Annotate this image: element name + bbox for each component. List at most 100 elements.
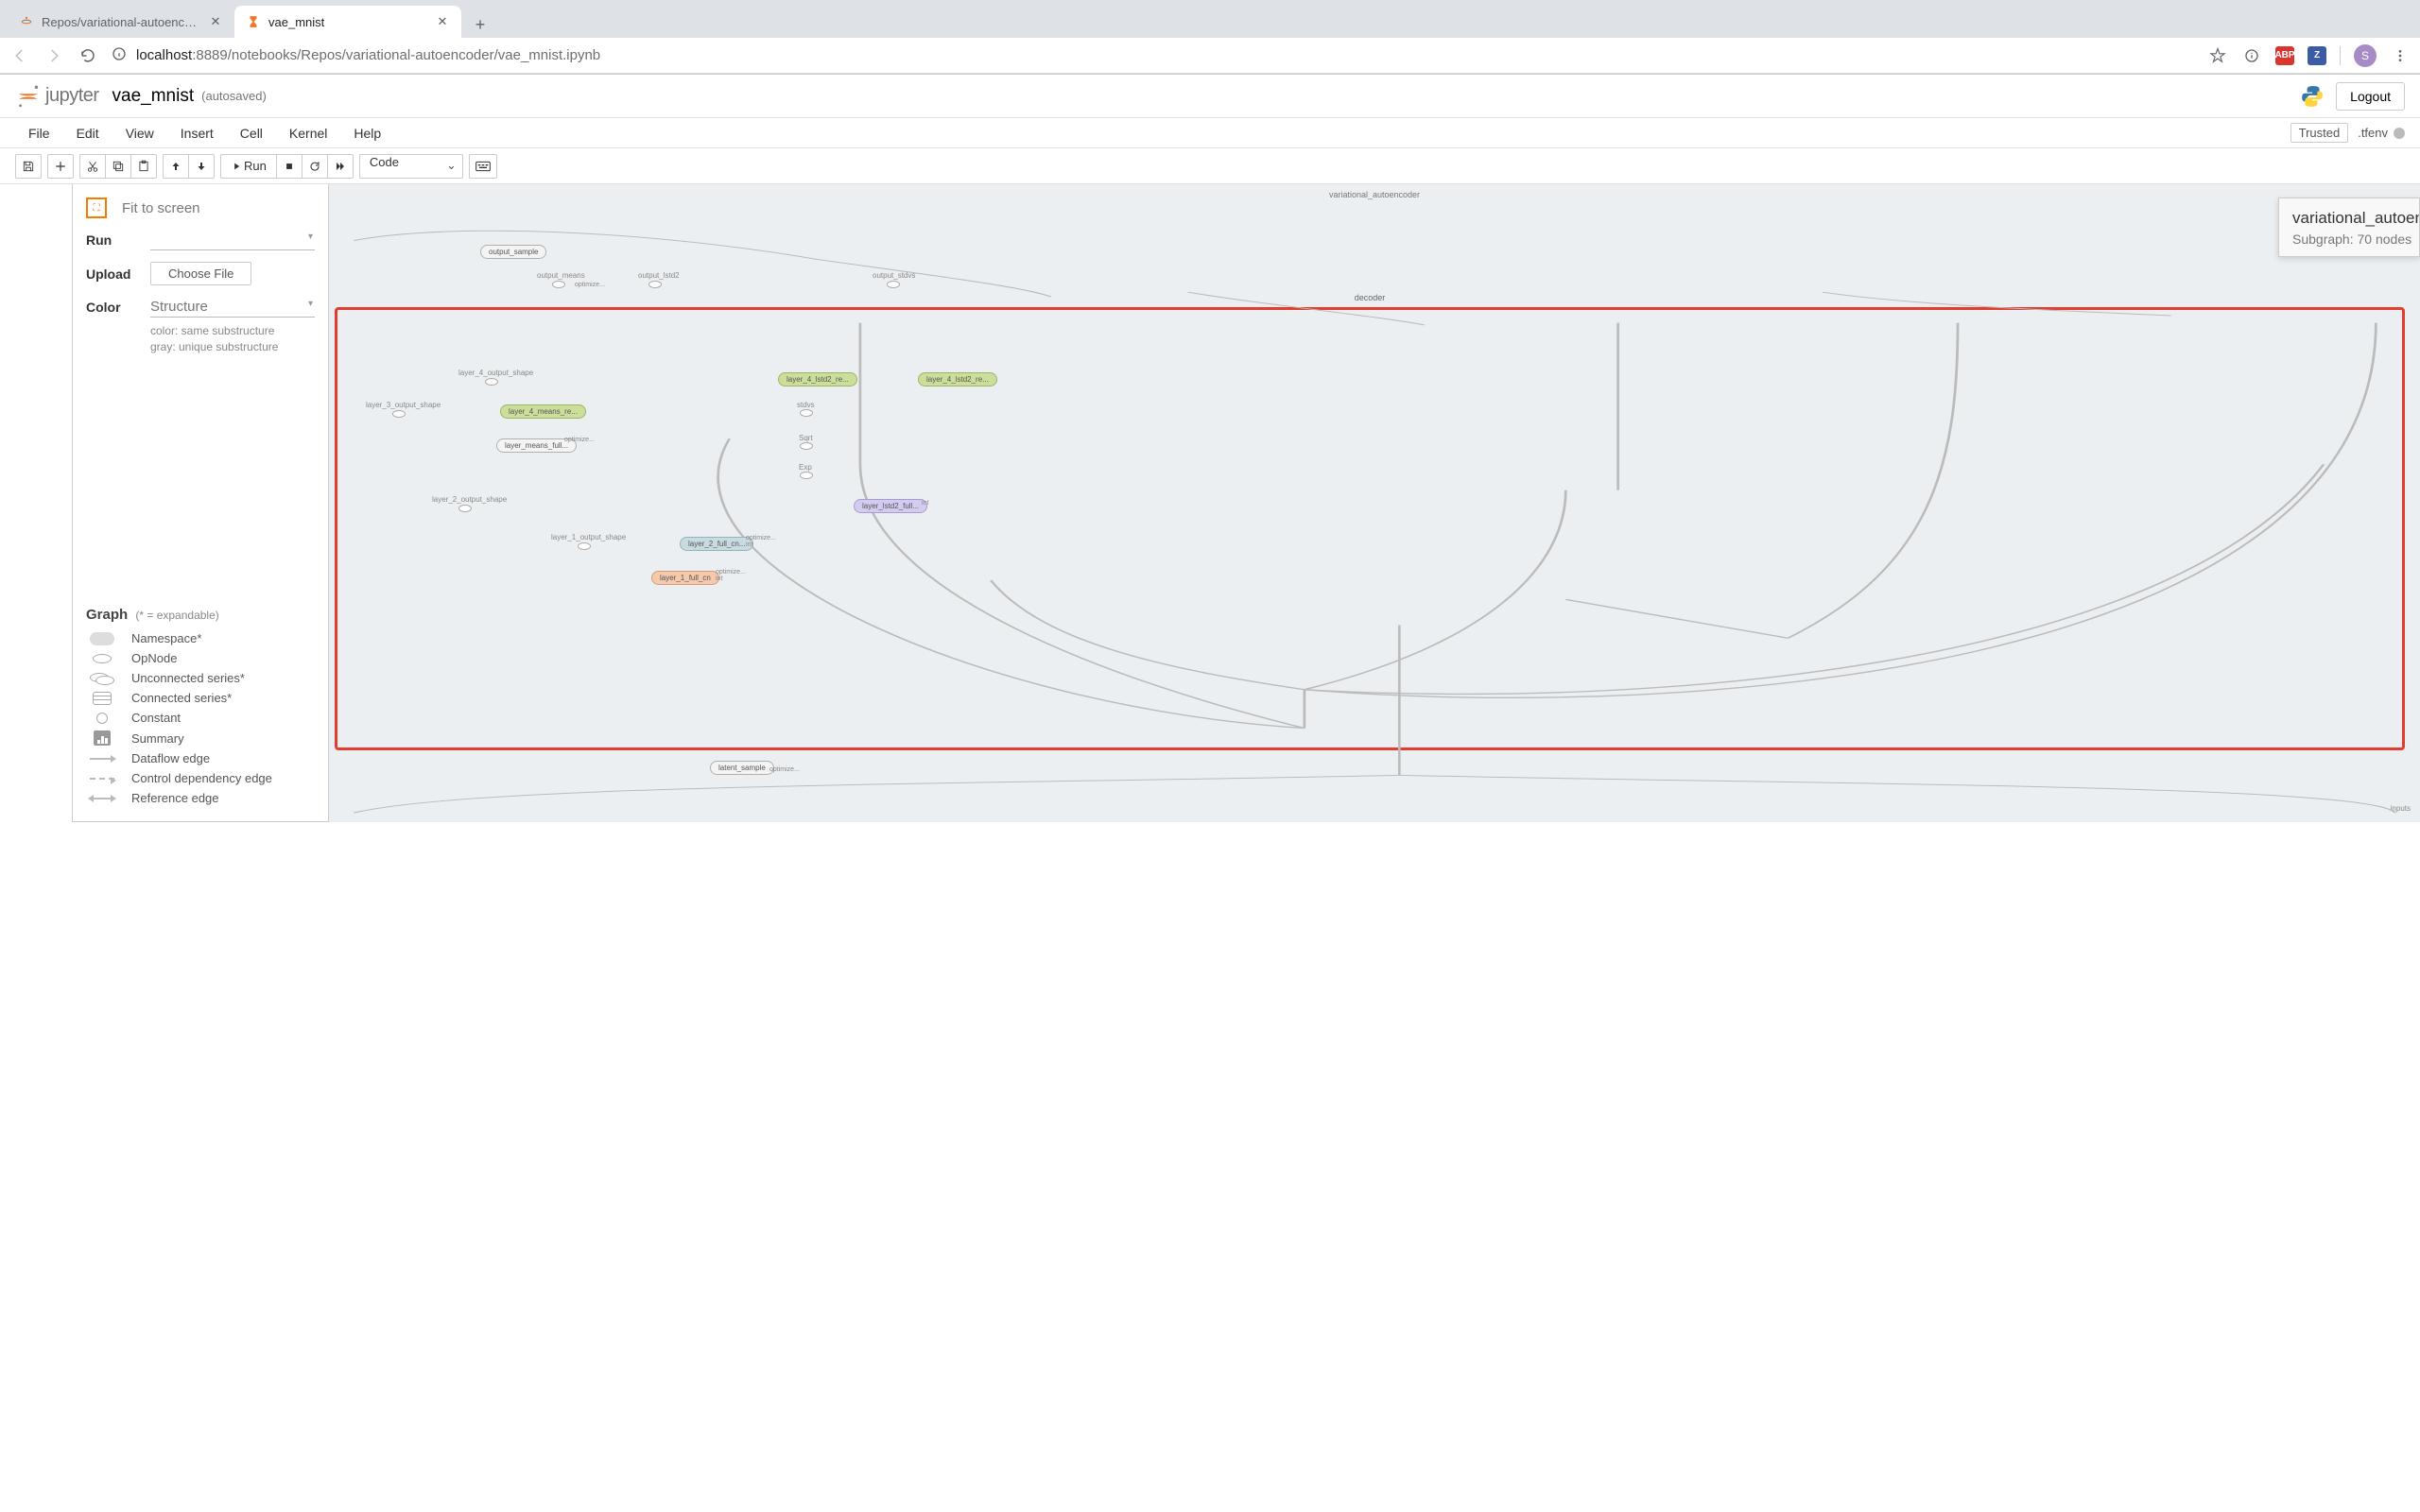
op-l1-out-shape[interactable]	[578, 542, 591, 550]
dataflow-edge-icon	[90, 758, 114, 760]
node-latent-sample[interactable]: latent_sample	[710, 761, 774, 775]
op-stdvs[interactable]	[800, 409, 813, 417]
label-optimize-top: optimize...	[575, 282, 605, 288]
legend-summary: Summary	[86, 728, 315, 748]
fit-to-screen[interactable]: ⛶ Fit to screen	[86, 198, 315, 218]
notebook-title[interactable]: vae_mnist	[112, 86, 195, 107]
address-bar: localhost:8889/notebooks/Repos/variation…	[0, 38, 2420, 74]
node-layer1-full-cn[interactable]: layer_1_full_cn	[651, 571, 719, 585]
site-info-icon[interactable]	[112, 46, 127, 65]
command-palette-button[interactable]	[469, 154, 497, 179]
add-cell-button[interactable]	[47, 154, 74, 179]
node-layer4-means-re[interactable]: layer_4_means_re...	[500, 404, 586, 419]
connected-series-icon	[93, 692, 112, 705]
label-optimize-a: optimize...	[564, 437, 595, 443]
op-sqrt[interactable]	[800, 442, 813, 450]
run-select[interactable]	[150, 230, 315, 250]
menu-cell[interactable]: Cell	[227, 122, 276, 145]
reload-button[interactable]	[78, 45, 98, 66]
cut-button[interactable]	[79, 154, 106, 179]
kernel-indicator[interactable]: .tfenv	[2358, 126, 2405, 140]
summary-icon	[94, 730, 111, 746]
choose-file-button[interactable]: Choose File	[150, 262, 251, 285]
browser-chrome: Repos/variational-autoencoder ✕ vae_mnis…	[0, 0, 2420, 75]
kebab-menu-icon[interactable]	[2390, 45, 2411, 66]
menu-view[interactable]: View	[112, 122, 167, 145]
save-button[interactable]	[15, 154, 42, 179]
jupyter-header: jupyter vae_mnist (autosaved) Logout	[0, 75, 2420, 118]
graph-viewer[interactable]: variational_autoencoder output_sample ou…	[329, 184, 2420, 822]
node-output-sample[interactable]: output_sample	[480, 245, 546, 259]
url-field[interactable]: localhost:8889/notebooks/Repos/variation…	[112, 46, 2194, 65]
op-output-means[interactable]	[552, 281, 565, 288]
label-inputs: inputs	[2391, 804, 2411, 813]
graph-scope-title: variational_autoencoder	[1329, 190, 1420, 199]
node-layer2-full-cn[interactable]: layer_2_full_cn...	[680, 537, 753, 551]
abp-extension-icon[interactable]: ABP	[2275, 46, 2294, 65]
tooltip-subtitle: Subgraph: 70 nodes	[2292, 232, 2406, 247]
copy-button[interactable]	[105, 154, 131, 179]
interrupt-button[interactable]	[276, 154, 302, 179]
info-icon[interactable]	[2241, 45, 2262, 66]
paste-button[interactable]	[130, 154, 157, 179]
node-tooltip: variational_autoencoder/decoder Subgraph…	[2278, 198, 2420, 257]
op-output-lstd2[interactable]	[648, 281, 662, 288]
jupyter-logo[interactable]: jupyter	[15, 83, 99, 110]
menu-kernel[interactable]: Kernel	[276, 122, 340, 145]
restart-run-all-button[interactable]	[327, 154, 354, 179]
notebook-content: ⛶ Fit to screen Run Upload Choose File C…	[0, 184, 2420, 822]
unconnected-series-icon	[90, 673, 114, 684]
op-l4-out-shape[interactable]	[485, 378, 498, 386]
run-button[interactable]: Run	[220, 154, 277, 179]
python-logo-icon	[2300, 84, 2325, 109]
op-exp[interactable]	[800, 472, 813, 479]
reference-edge-icon	[90, 798, 114, 799]
profile-avatar[interactable]: S	[2354, 44, 2377, 67]
menu-file[interactable]: File	[15, 122, 63, 145]
legend-constant: Constant	[86, 708, 315, 728]
toolbar-right: ABP Z S	[2207, 44, 2411, 67]
label-int-a: int	[922, 500, 928, 507]
op-l3-out-shape[interactable]	[392, 410, 406, 418]
color-select[interactable]: Structure	[150, 297, 315, 318]
label-optimize-c: optimize...	[716, 569, 746, 576]
node-layer4-lstd2-re2[interactable]: layer_4_lstd2_re...	[918, 372, 997, 387]
move-up-button[interactable]	[163, 154, 189, 179]
logout-button[interactable]: Logout	[2336, 82, 2405, 111]
move-down-button[interactable]	[188, 154, 215, 179]
decoder-subgraph[interactable]: decoder layer_4_output_shape layer_3_out…	[335, 307, 2405, 750]
browser-tab-0[interactable]: Repos/variational-autoencoder ✕	[8, 6, 234, 38]
star-icon[interactable]	[2207, 45, 2228, 66]
menu-insert[interactable]: Insert	[167, 122, 227, 145]
menu-help[interactable]: Help	[340, 122, 394, 145]
label-layer1-output-shape: layer_1_output_shape	[551, 533, 626, 541]
cell-type-select[interactable]: Code	[359, 154, 463, 179]
node-layer4-lstd2-re[interactable]: layer_4_lstd2_re...	[778, 372, 857, 387]
back-button[interactable]	[9, 45, 30, 66]
color-help: color: same substructure gray: unique su…	[150, 323, 315, 355]
jupyter-logo-icon	[15, 83, 42, 110]
op-l2-out-shape[interactable]	[458, 505, 472, 512]
forward-button[interactable]	[43, 45, 64, 66]
close-icon[interactable]: ✕	[208, 14, 223, 29]
new-tab-button[interactable]: +	[467, 11, 493, 38]
menu-edit[interactable]: Edit	[63, 122, 112, 145]
graph-legend: Graph (* = expandable) Namespace* OpNode…	[86, 607, 315, 808]
zotero-extension-icon[interactable]: Z	[2308, 46, 2326, 65]
tensorboard-sidebar: ⛶ Fit to screen Run Upload Choose File C…	[72, 184, 329, 822]
node-layer-lstd2-full[interactable]: layer_lstd2_full...	[854, 499, 927, 513]
label-stdvs: stdvs	[797, 401, 815, 409]
tab-title: vae_mnist	[268, 15, 427, 29]
trusted-badge[interactable]: Trusted	[2290, 123, 2349, 143]
color-label: Color	[86, 300, 135, 315]
kernel-name: .tfenv	[2358, 126, 2388, 140]
fit-to-screen-label: Fit to screen	[122, 200, 200, 216]
graph-edges	[337, 310, 2402, 747]
restart-button[interactable]	[302, 154, 328, 179]
legend-unconnected-series: Unconnected series*	[86, 668, 315, 688]
browser-tab-1[interactable]: vae_mnist ✕	[234, 6, 461, 38]
close-icon[interactable]: ✕	[435, 14, 450, 29]
url-text: localhost:8889/notebooks/Repos/variation…	[136, 47, 600, 63]
fit-to-screen-icon: ⛶	[86, 198, 107, 218]
op-output-stdvs[interactable]	[887, 281, 900, 288]
